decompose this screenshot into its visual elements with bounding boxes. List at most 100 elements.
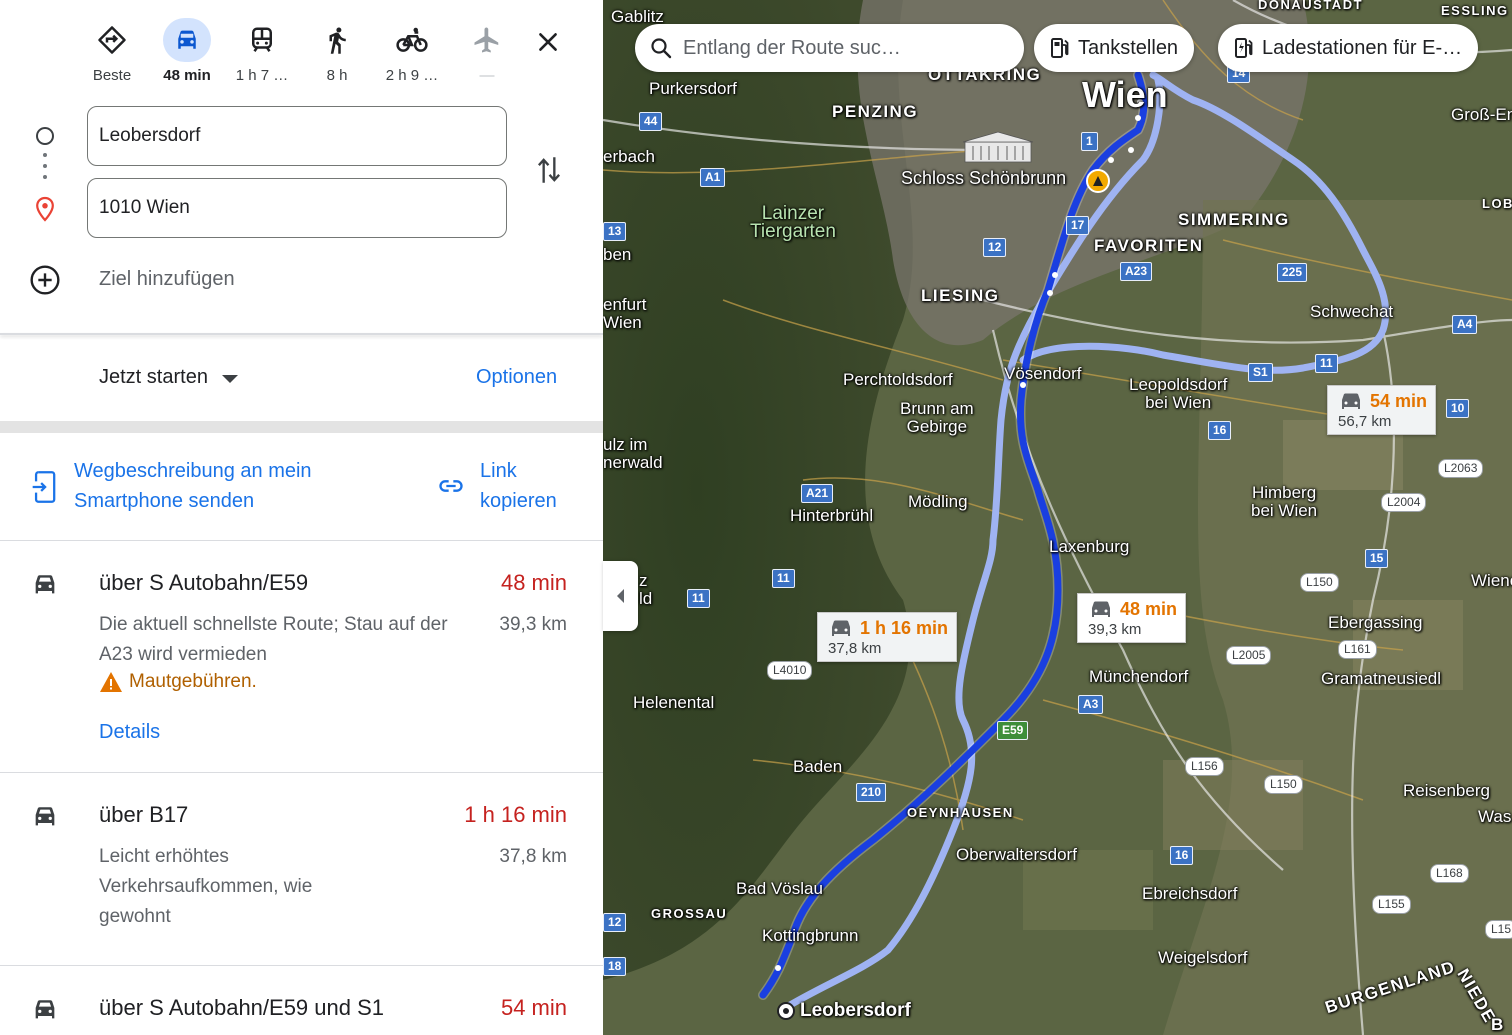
place-label: Wiene	[1471, 571, 1512, 590]
place-label: Laxenburg	[1049, 537, 1130, 556]
place-label: PENZING	[832, 102, 919, 121]
directions-panel: Beste 48 min 1 h 7 … 8 h 2 h 9 … — Leobe…	[0, 0, 603, 1035]
warning-icon	[100, 672, 122, 692]
toll-warning: Mautgebühren.	[99, 671, 257, 693]
road-shield: 225	[1277, 263, 1308, 282]
local-road-label: L150	[1300, 573, 1339, 592]
place-label: Oberwaltersdorf	[956, 845, 1077, 864]
place-label: Vösendorf	[1004, 364, 1082, 383]
send-to-phone-icon[interactable]	[30, 470, 58, 509]
road-shield: 12	[983, 238, 1007, 257]
car-icon	[163, 18, 211, 62]
place-label: Hinterbrühl	[790, 506, 874, 525]
place-label: erbach	[603, 147, 655, 166]
options-button[interactable]: Optionen	[476, 366, 557, 389]
callout-distance: 39,3 km	[1088, 621, 1142, 638]
depart-time-dropdown[interactable]: Jetzt starten	[99, 366, 238, 389]
depart-time-label: Jetzt starten	[99, 366, 208, 388]
destination-pin-icon	[34, 196, 56, 227]
place-label: Bad Vöslau	[736, 879, 823, 898]
swap-icon	[537, 157, 561, 183]
collapse-panel-button[interactable]	[603, 561, 638, 631]
destination-input[interactable]	[87, 178, 507, 238]
add-destination-button[interactable]: Ziel hinzufügen	[99, 268, 235, 291]
local-road-label: L161	[1338, 640, 1377, 659]
mode-flight[interactable]: —	[450, 18, 524, 84]
route-name: über S Autobahn/E59	[99, 570, 309, 595]
road-shield: 44	[639, 112, 663, 131]
road-shield: 1	[1081, 132, 1098, 151]
place-label-wien: Wien	[1082, 74, 1168, 115]
road-shield: 16	[1208, 421, 1232, 440]
mode-walk[interactable]: 8 h	[300, 18, 374, 84]
route-distance: 37,8 km	[499, 846, 567, 867]
chip-ev-charging[interactable]: Ladestationen für E-…	[1218, 24, 1479, 72]
send-to-phone-button[interactable]: Wegbeschreibung an mein Smartphone sende…	[74, 456, 374, 516]
callout-duration: 1 h 16 min	[860, 617, 949, 638]
add-destination-icon[interactable]	[29, 264, 61, 301]
place-label: Brunn am Gebirge	[900, 399, 974, 436]
place-label: B	[1491, 1015, 1505, 1034]
place-label: LOB	[1482, 196, 1512, 211]
route-duration: 54 min	[500, 995, 567, 1020]
road-shield: E59	[997, 721, 1029, 740]
local-road-label: L15	[1485, 920, 1512, 939]
mode-car[interactable]: 48 min	[150, 18, 224, 84]
road-shield: A1	[700, 168, 726, 187]
swap-waypoints-button[interactable]	[530, 150, 568, 190]
place-label: Was	[1478, 807, 1512, 826]
place-label: Lainzer Tiergarten	[750, 203, 836, 242]
route-distance: 39,3 km	[499, 614, 567, 635]
road-shield: 11	[772, 569, 795, 588]
chip-gas-stations[interactable]: Tankstellen	[1034, 24, 1195, 72]
local-road-label: L150	[1264, 775, 1303, 794]
place-label: Reisenberg	[1403, 781, 1490, 800]
local-road-label: L168	[1430, 864, 1469, 883]
place-label: Leopoldsdorf bei Wien	[1129, 375, 1228, 412]
waypoint-dots-icon	[43, 153, 47, 186]
place-label: Himberg bei Wien	[1251, 483, 1318, 520]
road-shield: A3	[1078, 695, 1104, 714]
place-label: ulz im nerwald	[603, 435, 663, 472]
mode-best[interactable]: Beste	[75, 18, 149, 84]
mode-label: 1 h 7 …	[235, 67, 289, 84]
mode-bicycle[interactable]: 2 h 9 …	[375, 18, 449, 84]
close-directions-button[interactable]	[528, 22, 568, 62]
place-label-leobersdorf: Leobersdorf	[800, 1000, 911, 1021]
place-label: Kottingbrunn	[762, 926, 859, 945]
place-label: Mödling	[908, 492, 968, 511]
route-description: Die aktuell schnellste Route; Stau auf d…	[99, 614, 448, 665]
place-label: DONAUSTADT	[1258, 0, 1364, 12]
origin-input[interactable]	[87, 106, 507, 166]
place-label: enfurt Wien	[603, 295, 647, 332]
place-label: Schwechat	[1310, 302, 1394, 321]
gas-station-icon	[1050, 37, 1070, 59]
road-shield: A4	[1452, 315, 1478, 334]
place-label: Ebergassing	[1328, 613, 1423, 632]
car-icon	[30, 570, 60, 603]
local-road-label: L4010	[767, 661, 813, 680]
callout-duration: 54 min	[1370, 390, 1428, 411]
route-callout-alt-b17[interactable]: 1 h 16 min 37,8 km	[817, 612, 958, 662]
place-label: Groß-Enz	[1451, 105, 1512, 124]
route-search-box[interactable]	[635, 24, 1024, 72]
chevron-left-icon	[617, 589, 624, 603]
walk-icon	[313, 18, 361, 62]
route-callout-alt-s1[interactable]: 54 min 56,7 km	[1327, 385, 1437, 435]
bicycle-icon	[388, 18, 436, 62]
route-details-link[interactable]: Details	[99, 721, 160, 744]
map-canvas[interactable]: Gablitz DONAUSTADT ESSLING Wien OTTAKRIN…	[603, 0, 1512, 1035]
section-divider	[0, 421, 603, 433]
copy-link-button[interactable]: Link kopieren	[480, 456, 580, 516]
chip-label: Ladestationen für E-…	[1262, 36, 1463, 59]
route-search-input[interactable]	[683, 36, 1013, 60]
route-callout-primary[interactable]: 48 min 39,3 km	[1077, 593, 1187, 643]
toll-warning-text: Mautgebühren.	[129, 671, 257, 692]
divider	[0, 540, 603, 541]
mode-transit[interactable]: 1 h 7 …	[225, 18, 299, 84]
place-label: ben	[603, 245, 632, 264]
local-road-label: L2005	[1226, 646, 1272, 665]
link-icon[interactable]	[436, 472, 466, 505]
callout-distance: 37,8 km	[828, 640, 882, 657]
place-label: OEYNHAUSEN	[907, 805, 1014, 820]
